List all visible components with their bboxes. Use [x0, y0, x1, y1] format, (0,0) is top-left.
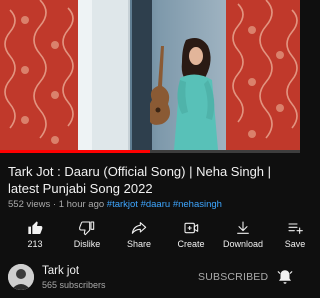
wallpaper-right — [226, 0, 300, 150]
wallpaper-left — [0, 0, 80, 150]
subscribed-button[interactable]: SUBSCRIBED — [198, 271, 268, 283]
video-progress-fill — [0, 150, 150, 153]
channel-name[interactable]: Tark jot — [42, 265, 79, 278]
create-icon — [184, 222, 199, 234]
action-bar: 213 Dislike Share Create Download Save — [0, 218, 305, 254]
dislike-label: Dislike — [73, 239, 101, 249]
hashtag-link[interactable]: #tarkjot — [107, 199, 138, 210]
view-count: 552 views — [8, 199, 51, 210]
thumbs-down-icon — [79, 221, 95, 236]
channel-avatar[interactable] — [8, 264, 34, 290]
video-progress-bar[interactable] — [0, 150, 300, 153]
download-icon — [237, 221, 249, 234]
thumbs-up-icon — [28, 221, 43, 234]
video-meta: 552 views · 1 hour ago #tarkjot #daaru #… — [8, 199, 294, 211]
share-button[interactable]: Share — [111, 218, 167, 254]
video-player[interactable] — [0, 0, 300, 150]
upload-age: 1 hour ago — [58, 199, 105, 210]
create-button[interactable]: Create — [163, 218, 219, 254]
video-title: Tark Jot : Daaru (Official Song) | Neha … — [8, 164, 272, 196]
download-label: Download — [222, 239, 264, 249]
subscriber-count: 565 subscribers — [42, 280, 106, 290]
create-label: Create — [177, 239, 205, 249]
download-button[interactable]: Download — [215, 218, 271, 254]
door-panel — [92, 0, 130, 150]
dislike-button[interactable]: Dislike — [59, 218, 115, 254]
save-button[interactable]: Save — [267, 218, 320, 254]
save-label: Save — [284, 239, 306, 249]
share-icon — [131, 222, 147, 234]
singer-figure — [150, 30, 225, 150]
like-count: 213 — [27, 239, 43, 249]
hashtag-link[interactable]: #daaru — [141, 199, 171, 210]
like-button[interactable]: 213 — [7, 218, 63, 254]
bell-icon[interactable] — [276, 268, 294, 286]
save-icon — [288, 223, 303, 234]
doorway-shadow — [132, 0, 152, 150]
channel-row[interactable]: Tark jot 565 subscribers SUBSCRIBED — [0, 262, 300, 294]
hashtag-link[interactable]: #nehasingh — [173, 199, 222, 210]
share-label: Share — [126, 239, 152, 249]
